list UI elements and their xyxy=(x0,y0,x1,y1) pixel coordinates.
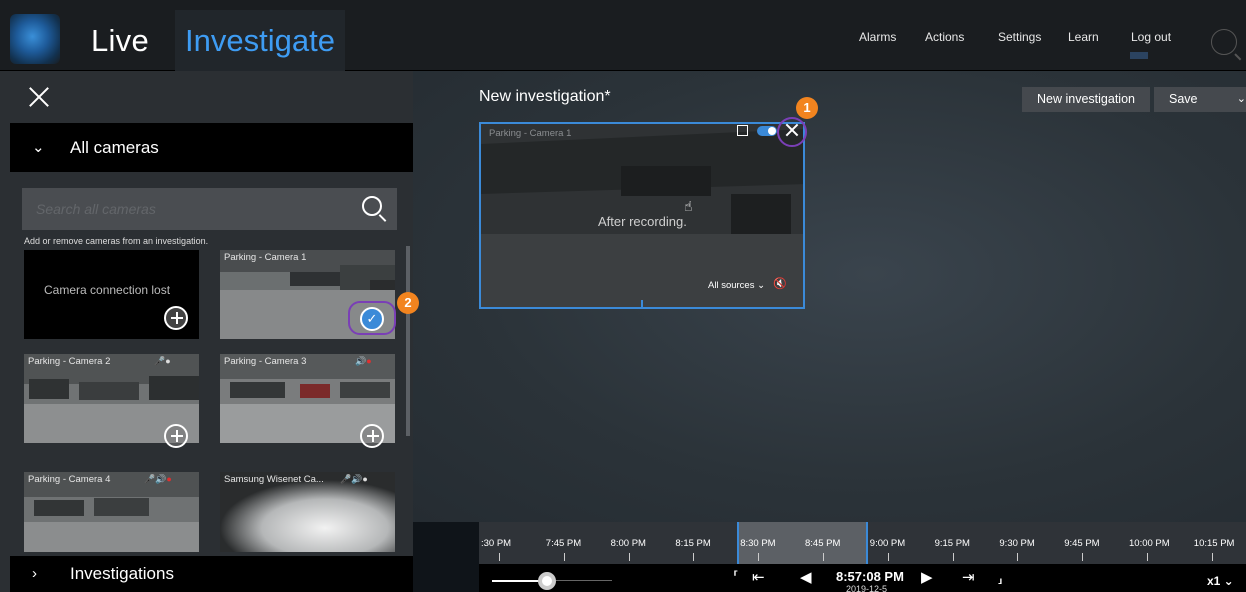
camera-title: Samsung Wisenet Ca... xyxy=(224,474,324,485)
scrollbar[interactable] xyxy=(406,246,410,436)
hand-cursor-icon: ☝ xyxy=(684,198,693,214)
new-investigation-button[interactable]: New investigation xyxy=(1022,87,1150,112)
timeline-tick xyxy=(1211,553,1213,561)
sources-dropdown[interactable]: All sources ⌄ xyxy=(708,280,765,291)
timeline-tick xyxy=(1017,553,1019,561)
go-to-end-icon[interactable]: ⇥ xyxy=(962,568,975,586)
nav-learn[interactable]: Learn xyxy=(1068,30,1099,44)
current-date: 2019-12-5 xyxy=(846,584,888,592)
add-camera-button[interactable] xyxy=(164,424,188,448)
selection-start-icon[interactable]: ⸢ xyxy=(733,568,739,586)
add-camera-button[interactable] xyxy=(360,424,384,448)
page-title: New investigation* xyxy=(479,88,611,105)
timeline-tick xyxy=(1147,553,1148,561)
nav-settings[interactable]: Settings xyxy=(998,30,1041,44)
timeline-tick-label: 9:00 PM xyxy=(869,538,906,549)
save-label: Save xyxy=(1169,92,1198,106)
app-logo xyxy=(10,14,60,64)
selection-end-handle[interactable] xyxy=(866,522,868,564)
timeline-tick xyxy=(1082,553,1084,561)
toggle-icon[interactable] xyxy=(757,126,777,136)
go-to-start-icon[interactable]: ⇤ xyxy=(752,568,765,586)
zoom-slider-handle[interactable] xyxy=(538,572,556,590)
camera-title: Parking - Camera 4 xyxy=(28,474,111,485)
camera-status-text: Camera connection lost xyxy=(44,283,171,297)
timeline-tick xyxy=(628,553,630,561)
nav-alarms[interactable]: Alarms xyxy=(859,30,896,44)
timeline-tick-label: 8:00 PM xyxy=(610,538,646,549)
playback-speed[interactable]: x1 ⌄ xyxy=(1207,574,1234,588)
speaker-icon: 🔊● xyxy=(355,356,372,366)
timeline-tick-label: 7:45 PM xyxy=(545,538,582,549)
timeline-tick-label: 10:15 PM xyxy=(1193,538,1235,549)
chevron-down-icon: ⌄ xyxy=(32,139,45,156)
timeline-tick-label: 8:45 PM xyxy=(805,538,841,549)
search-input[interactable] xyxy=(36,188,356,230)
timeline-tick xyxy=(758,553,760,561)
nav-actions[interactable]: Actions xyxy=(925,30,964,44)
timeline-tick-label: 8:30 PM xyxy=(740,538,776,549)
camera-view[interactable]: Parking - Camera 1 After recording. All … xyxy=(479,122,805,309)
zoom-slider-fill xyxy=(492,580,542,582)
camera-title: Parking - Camera 1 xyxy=(224,252,307,263)
log-out-indicator xyxy=(1130,52,1148,59)
microphone-icon: 🎤🔊● xyxy=(340,474,368,484)
camera-tile[interactable]: Parking - Camera 4 🎤🔊● xyxy=(24,472,199,552)
all-cameras-header[interactable]: ⌄ All cameras xyxy=(10,123,413,172)
mute-icon[interactable]: 🔇 xyxy=(773,277,787,290)
investigations-header[interactable]: › Investigations xyxy=(10,556,413,592)
highlight-ring xyxy=(777,117,807,147)
timeline-tick xyxy=(693,553,695,561)
save-button[interactable]: Save ⌄ xyxy=(1154,87,1246,112)
timeline-tick xyxy=(952,553,954,561)
timeline-tick-label: 8:15 PM xyxy=(675,538,711,549)
microphone-icon: 🎤🔊● xyxy=(144,474,172,484)
highlight-ring xyxy=(348,301,396,335)
playback-status: After recording. xyxy=(598,214,687,229)
view-title: Parking - Camera 1 xyxy=(489,128,572,139)
camera-title: Parking - Camera 2 xyxy=(28,356,111,367)
camera-tile[interactable]: Samsung Wisenet Ca... 🎤🔊● xyxy=(220,472,395,552)
selection-start-handle[interactable] xyxy=(737,522,739,564)
timeline-tick xyxy=(887,553,889,561)
tab-live[interactable]: Live xyxy=(70,10,170,71)
timeline-tick-label: 9:45 PM xyxy=(1064,538,1100,549)
nav-log-out[interactable]: Log out xyxy=(1131,30,1171,44)
step-badge: 1 xyxy=(796,97,818,119)
camera-title: Parking - Camera 3 xyxy=(224,356,307,367)
step-badge: 2 xyxy=(397,292,419,314)
play-forward-icon[interactable]: ▶ xyxy=(921,568,933,586)
timeline-tick-label: 9:30 PM xyxy=(999,538,1035,549)
close-icon[interactable] xyxy=(28,86,50,108)
timeline-tick-label: 10:00 PM xyxy=(1129,538,1170,549)
chevron-right-icon: › xyxy=(32,565,37,582)
camera-search[interactable] xyxy=(22,188,397,230)
investigations-label: Investigations xyxy=(70,564,174,583)
play-reverse-icon[interactable]: ◀ xyxy=(800,568,812,586)
timeline-tick xyxy=(823,553,824,561)
expand-icon[interactable] xyxy=(737,125,748,136)
selection-end-icon[interactable]: ⸥ xyxy=(997,568,1003,586)
add-camera-button[interactable] xyxy=(164,306,188,330)
search-hint: Add or remove cameras from an investigat… xyxy=(24,236,209,246)
search-icon[interactable] xyxy=(362,196,382,216)
microphone-icon: 🎤● xyxy=(154,356,171,366)
tab-investigate[interactable]: Investigate xyxy=(175,10,345,71)
timeline-tick-label: :30 PM xyxy=(481,538,512,549)
search-icon[interactable] xyxy=(1211,29,1237,55)
timeline-tick xyxy=(499,553,500,561)
current-time: 8:57:08 PM xyxy=(836,569,904,584)
all-cameras-label: All cameras xyxy=(70,138,159,157)
timeline-tick-label: 9:15 PM xyxy=(934,538,970,549)
timeline-tick xyxy=(563,553,565,561)
chevron-down-icon: ⌄ xyxy=(1236,93,1246,105)
